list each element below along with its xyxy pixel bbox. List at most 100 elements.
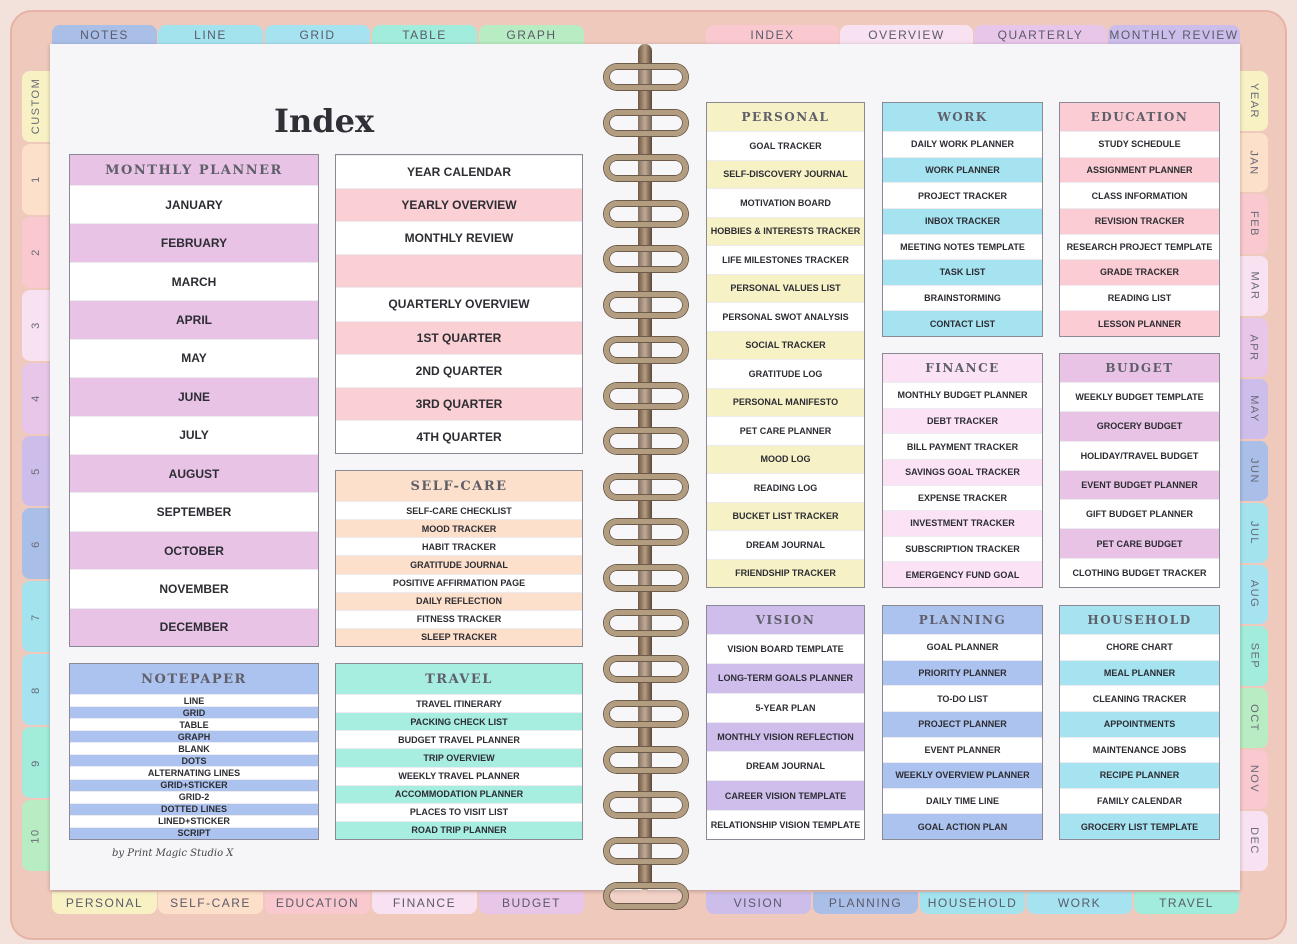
index-link-gift-budget-planner[interactable]: GIFT BUDGET PLANNER (1060, 499, 1219, 529)
side-tab-year[interactable]: YEAR (1240, 71, 1268, 131)
index-link-clothing-budget-tracker[interactable]: CLOTHING BUDGET TRACKER (1060, 557, 1219, 587)
index-link-august[interactable]: AUGUST (70, 453, 318, 493)
index-link-revision-tracker[interactable]: REVISION TRACKER (1060, 207, 1219, 234)
index-link-chore-chart[interactable]: CHORE CHART (1060, 634, 1219, 660)
index-link-pet-care-budget[interactable]: PET CARE BUDGET (1060, 528, 1219, 558)
index-link-2nd-quarter[interactable]: 2ND QUARTER (336, 353, 582, 387)
tab-finance[interactable]: FINANCE (372, 892, 477, 914)
index-link-bucket-list-tracker[interactable]: BUCKET LIST TRACKER (707, 501, 864, 530)
index-link-lesson-planner[interactable]: LESSON PLANNER (1060, 310, 1219, 336)
index-link-table[interactable]: TABLE (70, 718, 318, 731)
index-link-fitness-tracker[interactable]: FITNESS TRACKER (336, 609, 582, 628)
index-link-maintenance-jobs[interactable]: MAINTENANCE JOBS (1060, 736, 1219, 763)
index-link-script[interactable]: SCRIPT (70, 826, 318, 839)
index-link-february[interactable]: FEBRUARY (70, 223, 318, 262)
index-link-grid-2[interactable]: GRID-2 (70, 790, 318, 803)
index-link-3rd-quarter[interactable]: 3RD QUARTER (336, 386, 582, 420)
index-link-line[interactable]: LINE (70, 694, 318, 707)
side-tab-aug[interactable]: AUG (1240, 564, 1268, 625)
index-link-year-calendar[interactable]: YEAR CALENDAR (336, 155, 582, 189)
index-link-weekly-travel-planner[interactable]: WEEKLY TRAVEL PLANNER (336, 766, 582, 785)
tab-index[interactable]: INDEX (706, 25, 839, 44)
index-link-dream-journal[interactable]: DREAM JOURNAL (707, 751, 864, 781)
tab-personal[interactable]: PERSONAL (52, 892, 157, 914)
index-link-friendship-tracker[interactable]: FRIENDSHIP TRACKER (707, 558, 864, 587)
side-tab-3[interactable]: 3 (22, 289, 50, 361)
index-link-career-vision-template[interactable]: CAREER VISION TEMPLATE (707, 780, 864, 810)
index-link-motivation-board[interactable]: MOTIVATION BOARD (707, 188, 864, 217)
index-link-bill-payment-tracker[interactable]: BILL PAYMENT TRACKER (883, 433, 1042, 459)
side-tab-8[interactable]: 8 (22, 654, 50, 726)
tab-monthly-review[interactable]: MONTHLY REVIEW (1108, 25, 1240, 44)
index-link-cleaning-tracker[interactable]: CLEANING TRACKER (1060, 685, 1219, 711)
index-link-expense-tracker[interactable]: EXPENSE TRACKER (883, 484, 1042, 511)
tab-vision[interactable]: VISION (706, 892, 811, 914)
tab-grid[interactable]: GRID (265, 25, 370, 44)
side-tab-2[interactable]: 2 (22, 216, 50, 288)
index-link-life-milestones-tracker[interactable]: LIFE MILESTONES TRACKER (707, 245, 864, 274)
index-link-assignment-planner[interactable]: ASSIGNMENT PLANNER (1060, 156, 1219, 183)
side-tab-dec[interactable]: DEC (1240, 811, 1268, 871)
index-link-grid-sticker[interactable]: GRID+STICKER (70, 778, 318, 791)
side-tab-4[interactable]: 4 (22, 362, 50, 434)
side-tab-oct[interactable]: OCT (1240, 687, 1268, 748)
index-link-project-planner[interactable]: PROJECT PLANNER (883, 710, 1042, 737)
index-link-packing-check-list[interactable]: PACKING CHECK LIST (336, 712, 582, 731)
tab-self-care[interactable]: SELF-CARE (158, 892, 263, 914)
index-link-june[interactable]: JUNE (70, 377, 318, 416)
index-link-dots[interactable]: DOTS (70, 754, 318, 767)
index-link-monthly-review[interactable]: MONTHLY REVIEW (336, 221, 582, 255)
index-link-project-tracker[interactable]: PROJECT TRACKER (883, 182, 1042, 208)
index-link-meeting-notes-template[interactable]: MEETING NOTES TEMPLATE (883, 233, 1042, 260)
index-link-personal-swot-analysis[interactable]: PERSONAL SWOT ANALYSIS (707, 302, 864, 331)
tab-table[interactable]: TABLE (372, 25, 477, 44)
tab-education[interactable]: EDUCATION (265, 892, 370, 914)
side-tab-10[interactable]: 10 (22, 800, 50, 871)
index-link-to-do-list[interactable]: TO-DO LIST (883, 685, 1042, 711)
index-link-accommodation-planner[interactable]: ACCOMMODATION PLANNER (336, 784, 582, 803)
index-link-goal-action-plan[interactable]: GOAL ACTION PLAN (883, 813, 1042, 839)
side-tab-nov[interactable]: NOV (1240, 749, 1268, 810)
index-link-dream-journal[interactable]: DREAM JOURNAL (707, 530, 864, 559)
index-link-task-list[interactable]: TASK LIST (883, 259, 1042, 285)
index-link-grocery-budget[interactable]: GROCERY BUDGET (1060, 411, 1219, 441)
index-link-self-discovery-journal[interactable]: SELF-DISCOVERY JOURNAL (707, 159, 864, 188)
index-link-daily-time-line[interactable]: DAILY TIME LINE (883, 787, 1042, 814)
index-link-self-care-checklist[interactable]: SELF-CARE CHECKLIST (336, 501, 582, 520)
index-link-subscription-tracker[interactable]: SUBSCRIPTION TRACKER (883, 535, 1042, 562)
index-link-travel-itinerary[interactable]: TRAVEL ITINERARY (336, 694, 582, 713)
index-link-graph[interactable]: GRAPH (70, 730, 318, 743)
index-link-event-planner[interactable]: EVENT PLANNER (883, 736, 1042, 763)
index-link-budget-travel-planner[interactable]: BUDGET TRAVEL PLANNER (336, 730, 582, 749)
index-link-march[interactable]: MARCH (70, 261, 318, 301)
index-link-sleep-tracker[interactable]: SLEEP TRACKER (336, 627, 582, 646)
index-link-appointments[interactable]: APPOINTMENTS (1060, 710, 1219, 737)
index-link-relationship-vision-template[interactable]: RELATIONSHIP VISION TEMPLATE (707, 809, 864, 839)
index-link-reading-log[interactable]: READING LOG (707, 473, 864, 502)
index-link-pet-care-planner[interactable]: PET CARE PLANNER (707, 416, 864, 445)
side-tab-custom[interactable]: CUSTOM (22, 71, 50, 142)
index-link-meal-planner[interactable]: MEAL PLANNER (1060, 659, 1219, 686)
index-link-yearly-overview[interactable]: YEARLY OVERVIEW (336, 188, 582, 222)
side-tab-7[interactable]: 7 (22, 581, 50, 653)
index-link-work-planner[interactable]: WORK PLANNER (883, 156, 1042, 183)
index-link-contact-list[interactable]: CONTACT LIST (883, 310, 1042, 336)
index-link-priority-planner[interactable]: PRIORITY PLANNER (883, 659, 1042, 686)
tab-planning[interactable]: PLANNING (813, 892, 918, 914)
index-link-brainstorming[interactable]: BRAINSTORMING (883, 284, 1042, 311)
index-link-monthly-budget-planner[interactable]: MONTHLY BUDGET PLANNER (883, 382, 1042, 408)
tab-budget[interactable]: BUDGET (479, 892, 584, 914)
side-tab-feb[interactable]: FEB (1240, 194, 1268, 255)
index-link-personal-manifesto[interactable]: PERSONAL MANIFESTO (707, 387, 864, 416)
index-link-weekly-overview-planner[interactable]: WEEKLY OVERVIEW PLANNER (883, 762, 1042, 788)
side-tab-1[interactable]: 1 (22, 143, 50, 215)
tab-notes[interactable]: NOTES (52, 25, 157, 44)
index-link-quarterly-overview[interactable]: QUARTERLY OVERVIEW (336, 287, 582, 321)
side-tab-jul[interactable]: JUL (1240, 502, 1268, 563)
index-link-positive-affirmation-page[interactable]: POSITIVE AFFIRMATION PAGE (336, 573, 582, 592)
index-link-blank[interactable]: BLANK (70, 742, 318, 755)
index-link-habit-tracker[interactable]: HABIT TRACKER (336, 537, 582, 556)
index-link-investment-tracker[interactable]: INVESTMENT TRACKER (883, 510, 1042, 536)
index-link-mood-tracker[interactable]: MOOD TRACKER (336, 519, 582, 538)
index-link-grid[interactable]: GRID (70, 706, 318, 719)
